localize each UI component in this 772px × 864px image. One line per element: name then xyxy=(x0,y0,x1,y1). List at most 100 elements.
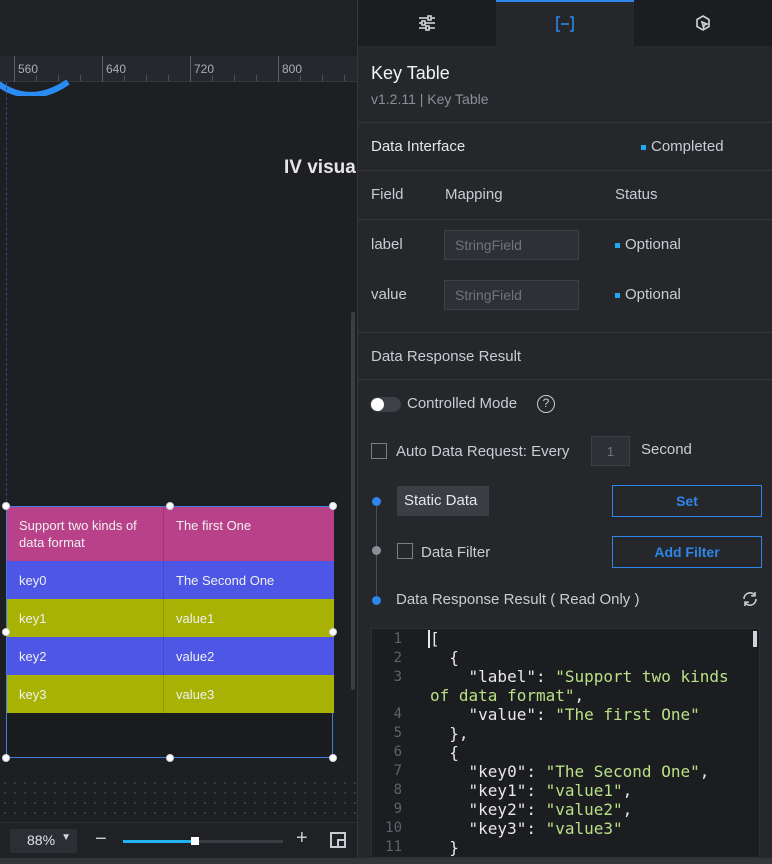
table-value-cell: The Second One xyxy=(176,573,275,588)
zoom-select[interactable]: 88% ▼ xyxy=(10,829,77,853)
canvas-vertical-scrollbar[interactable] xyxy=(351,312,355,690)
zoom-level: 88% xyxy=(27,832,56,848)
tab-interaction[interactable] xyxy=(634,0,772,46)
table-row: key2 value2 xyxy=(7,637,334,675)
set-button[interactable]: Set xyxy=(612,485,762,517)
data-interface-status: Completed xyxy=(641,138,724,155)
status-text: Optional xyxy=(625,286,681,303)
canvas-top-strip xyxy=(0,0,357,56)
field-status: Optional xyxy=(615,286,681,303)
resize-handle[interactable] xyxy=(329,628,337,636)
status-dot-icon xyxy=(615,292,620,298)
table-value-cell: value3 xyxy=(176,687,215,702)
resize-handle[interactable] xyxy=(2,628,10,636)
controlled-mode-label: Controlled Mode xyxy=(407,395,518,412)
editor-canvas: 560 640 720 800 IV visua Support two kin… xyxy=(0,0,357,864)
line-number: 8 xyxy=(393,782,402,798)
code-line: "label": "Support two kinds xyxy=(468,667,729,686)
sliders-icon xyxy=(419,15,435,31)
code-line: }, xyxy=(430,724,469,743)
canvas-title-fragment: IV visua xyxy=(284,157,356,178)
line-number: 1 xyxy=(393,631,402,647)
mapping-input-label[interactable]: StringField xyxy=(444,230,579,260)
zoom-in-icon[interactable]: + xyxy=(296,828,308,848)
table-row: key3 value3 xyxy=(7,675,334,713)
table-row: key0 The Second One xyxy=(7,561,334,599)
code-line: of data format", xyxy=(430,686,585,705)
status-column-header: Status xyxy=(615,186,658,203)
data-filter-label: Data Filter xyxy=(421,544,491,561)
component-title: Key Table xyxy=(371,63,450,83)
table-key-cell: key1 xyxy=(19,611,47,626)
code-line: [ xyxy=(430,629,440,648)
resize-handle[interactable] xyxy=(2,754,10,762)
step-dot xyxy=(372,596,381,605)
line-number: 10 xyxy=(385,820,402,836)
table-key-cell: key2 xyxy=(19,649,47,664)
mapping-input-value[interactable]: StringField xyxy=(444,280,579,310)
zoom-slider-thumb[interactable] xyxy=(191,837,199,845)
help-icon[interactable]: ? xyxy=(537,395,555,413)
resize-handle[interactable] xyxy=(166,754,174,762)
line-number: 3 xyxy=(393,669,402,685)
resize-handle[interactable] xyxy=(2,502,10,510)
resize-handle[interactable] xyxy=(166,502,174,510)
auto-request-checkbox[interactable] xyxy=(371,443,387,459)
table-value-cell: value2 xyxy=(176,649,215,664)
ruler-tick xyxy=(102,56,103,82)
status-text: Completed xyxy=(651,138,724,155)
refresh-icon[interactable] xyxy=(741,590,759,608)
table-row: Support two kinds of data format The fir… xyxy=(7,507,334,561)
auto-request-interval-input[interactable]: 1 xyxy=(591,436,630,466)
code-scrollbar[interactable] xyxy=(753,631,757,647)
step-dot xyxy=(372,546,381,555)
zoom-out-icon[interactable]: − xyxy=(95,829,107,849)
data-interface-label: Data Interface xyxy=(371,138,466,155)
key-table-widget[interactable]: Support two kinds of data format The fir… xyxy=(6,506,334,758)
json-code-viewer[interactable]: 1 2 3 4 5 6 7 8 9 10 11 [ { "label": "Su… xyxy=(371,628,760,858)
field-name: label xyxy=(371,236,403,253)
canvas-dot-grid xyxy=(0,778,357,822)
tab-data[interactable] xyxy=(496,0,634,46)
line-number: 5 xyxy=(393,725,402,741)
data-filter-checkbox[interactable] xyxy=(397,543,413,559)
resize-handle[interactable] xyxy=(329,502,337,510)
resize-handle[interactable] xyxy=(329,754,337,762)
status-text: Optional xyxy=(625,236,681,253)
line-number-gutter: 1 2 3 4 5 6 7 8 9 10 11 xyxy=(372,629,416,857)
line-number: 2 xyxy=(393,650,402,666)
auto-request-unit: Second xyxy=(641,441,692,458)
chevron-down-icon: ▼ xyxy=(61,832,71,843)
table-value-cell: The first One xyxy=(176,518,252,533)
code-line: "key3": "value3" xyxy=(468,819,623,838)
tab-style[interactable] xyxy=(358,0,496,46)
table-value-cell: value1 xyxy=(176,611,215,626)
zoom-slider[interactable] xyxy=(123,837,283,845)
code-line: "value": "The first One" xyxy=(468,705,700,724)
static-data-pill[interactable]: Static Data xyxy=(397,486,489,516)
ruler-label: 720 xyxy=(194,62,215,76)
ruler-tick xyxy=(278,56,279,82)
app-root: 560 640 720 800 IV visua Support two kin… xyxy=(0,0,772,864)
line-number: 6 xyxy=(393,744,402,760)
add-filter-button[interactable]: Add Filter xyxy=(612,536,762,568)
data-bracket-icon xyxy=(556,16,574,32)
line-number: 11 xyxy=(385,839,402,855)
zoom-bar: 88% ▼ − + xyxy=(0,822,357,858)
auto-request-label: Auto Data Request: Every xyxy=(396,443,570,460)
code-line: } xyxy=(430,838,459,857)
readonly-result-label: Data Response Result ( Read Only ) xyxy=(396,591,640,608)
component-version: v1.2.11 | Key Table xyxy=(371,91,489,107)
line-number: 4 xyxy=(393,706,402,722)
code-line: { xyxy=(430,743,459,762)
bottom-border xyxy=(0,858,772,864)
mapping-column-header: Mapping xyxy=(445,186,503,203)
field-name: value xyxy=(371,286,407,303)
status-dot-icon xyxy=(641,144,646,150)
zoom-slider-fill xyxy=(123,840,195,843)
ruler-tick xyxy=(190,56,191,82)
fit-screen-icon[interactable] xyxy=(330,832,346,848)
controlled-mode-toggle[interactable] xyxy=(370,397,401,412)
step-dot xyxy=(372,497,381,506)
line-number: 7 xyxy=(393,763,402,779)
